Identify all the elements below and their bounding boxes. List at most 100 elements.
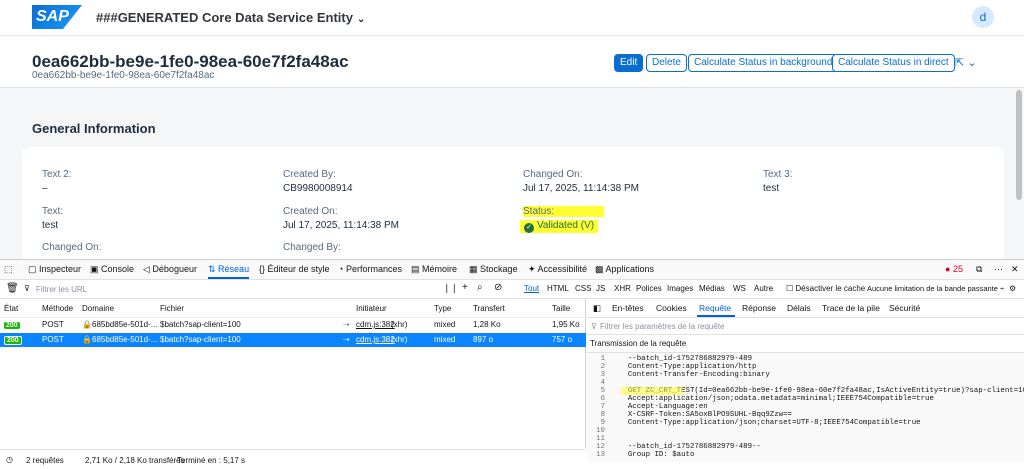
sap-logo[interactable]: SAP: [32, 5, 82, 29]
detail-tab-requete[interactable]: Requête: [699, 303, 731, 313]
tab-performances[interactable]: ◔ Performances: [338, 264, 402, 274]
text2-label: Text 2:: [42, 169, 72, 180]
tab-accessibilite[interactable]: ✦ Accessibilité: [528, 264, 587, 275]
edit-button[interactable]: Edit: [614, 54, 644, 72]
col-methode[interactable]: Méthode: [42, 304, 73, 313]
tab-console[interactable]: ▣ Console: [90, 264, 134, 275]
tab-inspecteur[interactable]: ▢ Inspecteur: [28, 264, 81, 275]
detail-tab-trace[interactable]: Trace de la pile: [822, 303, 880, 313]
col-etat[interactable]: État: [4, 304, 18, 313]
filter-type-html[interactable]: HTML: [547, 284, 569, 293]
throttle-select[interactable]: Aucune limitation de la bande passante ÷: [867, 284, 1004, 293]
close-icon[interactable]: ✕: [1011, 264, 1019, 275]
filter-type-medias[interactable]: Médias: [699, 284, 725, 293]
changed-on-value: Jul 17, 2025, 11:14:38 PM: [523, 183, 640, 194]
col-type[interactable]: Type: [434, 304, 451, 313]
tab-reseau-label: Réseau: [218, 264, 250, 274]
settings-icon[interactable]: ⚙: [1009, 284, 1016, 293]
transferred-size: 2,71 Ko / 2,18 Ko transférés: [85, 456, 185, 465]
disable-cache-checkbox[interactable]: ☐ Désactiver le cache: [786, 284, 865, 293]
request-payload-code[interactable]: 1 --batch_id-1752786882979-489 2 Content…: [587, 352, 1024, 462]
highlight-marker: [621, 387, 683, 395]
row-initiator[interactable]: cdm.js:382: [356, 320, 395, 329]
row-size: 1,95 Ko: [552, 320, 580, 329]
trash-icon[interactable]: 🗑: [6, 283, 19, 294]
delete-button[interactable]: Delete: [646, 54, 687, 72]
avatar[interactable]: d: [972, 6, 994, 28]
finish-time: Terminé en : 5,17 s: [177, 456, 246, 465]
dock-icon[interactable]: ⧉: [976, 264, 982, 275]
col-domaine[interactable]: Domaine: [82, 304, 114, 313]
detail-tab-entetes[interactable]: En-têtes: [612, 303, 644, 313]
tab-editeur-style[interactable]: {} Éditeur de style: [259, 264, 330, 274]
filter-type-ws[interactable]: WS: [733, 284, 746, 293]
chevron-down-icon: ⌄: [356, 14, 366, 25]
text3-value: test: [763, 183, 780, 194]
detail-tabs-divider: [587, 317, 1024, 318]
row-type: mixed: [434, 335, 456, 344]
tab-inspecteur-label: Inspecteur: [39, 264, 82, 274]
tab-performances-label: Performances: [345, 264, 402, 274]
tab-applications-label: Applications: [605, 264, 655, 274]
network-status-bar: ◷ 2 requêtes 2,71 Ko / 2,18 Ko transféré…: [0, 449, 586, 469]
disable-cache-label: Désactiver le cache: [795, 284, 866, 293]
filter-type-autre[interactable]: Autre: [754, 284, 773, 293]
calculate-status-background-button[interactable]: Calculate Status in background: [688, 54, 839, 72]
row-initiator[interactable]: cdm.js:382: [356, 335, 395, 344]
xhr-icon: ⇢: [343, 335, 350, 344]
tab-accessibilite-label: Accessibilité: [537, 264, 588, 274]
text-label: Text:: [42, 206, 64, 217]
calculate-status-direct-button[interactable]: Calculate Status in direct: [832, 54, 955, 72]
filter-icon: ⊽: [24, 284, 30, 293]
add-icon[interactable]: +: [462, 282, 468, 293]
status-label: Status:: [523, 206, 605, 217]
tab-debogueur[interactable]: ◁ Débogueur: [143, 264, 197, 275]
row-transfer: 1,28 Ko: [473, 320, 501, 329]
col-transfert[interactable]: Transfert: [473, 304, 505, 313]
detail-tab-cookies[interactable]: Cookies: [656, 303, 687, 313]
row-domain: 685bd85e-501d-...: [92, 320, 158, 329]
search-icon[interactable]: ⌕: [477, 282, 483, 293]
pause-icon[interactable]: ❘❘: [443, 283, 458, 294]
filter-type-tout[interactable]: Tout: [524, 284, 539, 293]
request-payload-heading: Transmission de la requête: [590, 339, 687, 348]
pick-element-icon[interactable]: ⬚: [4, 264, 13, 275]
tab-reseau[interactable]: ⇅ Réseau: [208, 264, 250, 279]
filter-type-xhr[interactable]: XHR: [614, 284, 631, 293]
created-on-value: Jul 17, 2025, 11:14:38 PM: [283, 220, 400, 231]
sidebar-toggle-icon[interactable]: ◧: [593, 303, 601, 314]
check-circle-icon: ✓: [524, 223, 534, 233]
block-icon[interactable]: ⊘: [494, 282, 502, 293]
tab-stockage[interactable]: ▦ Stockage: [469, 264, 518, 275]
row-type: mixed: [434, 320, 456, 329]
tab-memoire[interactable]: ▤ Mémoire: [411, 264, 457, 275]
filter-type-css[interactable]: CSS: [575, 284, 591, 293]
filter-type-polices[interactable]: Polices: [636, 284, 662, 293]
col-initiateur[interactable]: Initiateur: [356, 304, 387, 313]
request-params-filter-input[interactable]: Filtrer les paramètres de la requête: [600, 322, 725, 331]
lock-icon: 🔒: [82, 335, 92, 344]
detail-tab-delais[interactable]: Délais: [787, 303, 811, 313]
filter-type-images[interactable]: Images: [667, 284, 693, 293]
filter-urls-input[interactable]: Filtrer les URL: [36, 285, 87, 294]
status-badge: 200: [4, 336, 22, 345]
error-count-badge[interactable]: ● 25: [945, 264, 963, 274]
detail-tab-securite[interactable]: Sécurité: [889, 303, 920, 313]
share-icon[interactable]: ⇱ ⌄: [955, 56, 977, 69]
table-row-selected[interactable]: 200 POST 🔒 685bd85e-501d-... $batch?sap-…: [0, 333, 586, 347]
tab-applications[interactable]: ▩ Applications: [595, 264, 654, 275]
request-count: 2 requêtes: [26, 456, 64, 465]
status-value-container: ✓ Validated (V): [520, 220, 599, 233]
page-title: 0ea662bb-be9e-1fe0-98ea-60e7f2fa48ac: [32, 52, 349, 71]
tab-memoire-label: Mémoire: [422, 264, 458, 274]
app-title[interactable]: ###GENERATED Core Data Service Entity ⌄: [96, 10, 365, 25]
page-scrollbar[interactable]: [1016, 90, 1022, 200]
more-options-icon[interactable]: ⋯: [994, 264, 1003, 275]
col-fichier[interactable]: Fichier: [160, 304, 184, 313]
row-file: $batch?sap-client=100: [160, 320, 241, 329]
filter-type-js[interactable]: JS: [596, 284, 605, 293]
error-count: 25: [952, 264, 963, 274]
col-taille[interactable]: Taille: [552, 304, 570, 313]
detail-tab-reponse[interactable]: Réponse: [742, 303, 776, 313]
table-row[interactable]: 200 POST 🔒 685bd85e-501d-... $batch?sap-…: [0, 318, 586, 332]
